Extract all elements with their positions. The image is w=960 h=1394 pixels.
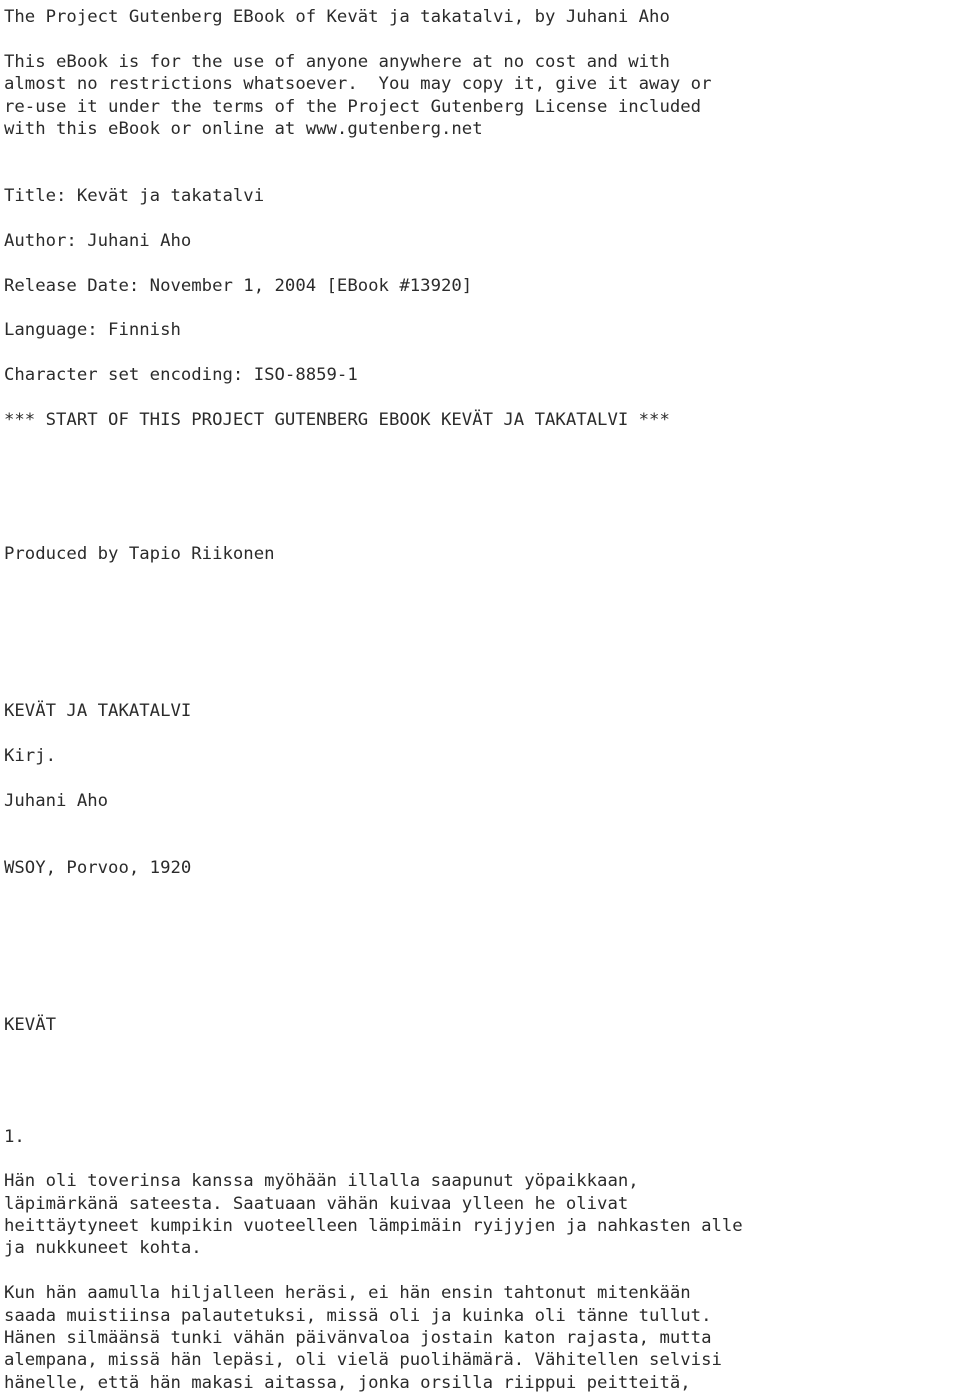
ebook-text-body: The Project Gutenberg EBook of Kevät ja … [4,6,960,1394]
license-line-2: almost no restrictions whatsoever. You m… [4,74,712,95]
metadata-language: Language: Finnish [4,320,181,341]
paragraph-line: heittäytyneet kumpikin vuoteelleen lämpi… [4,1216,743,1237]
title-page: KEVÄT JA TAKATALVI Kirj. Juhani Aho WSOY… [4,700,960,879]
book-author: Juhani Aho [4,790,109,811]
document-page: The Project Gutenberg EBook of Kevät ja … [0,0,960,1393]
license-line-1: This eBook is for the use of anyone anyw… [4,51,670,72]
paragraph-line: saada muistiinsa palautetuksi, missä oli… [4,1305,712,1326]
producer-credit: Produced by Tapio Riikonen [4,544,275,565]
metadata-title: Title: Kevät ja takatalvi [4,186,265,207]
paragraph-line: ja nukkuneet kohta. [4,1238,202,1259]
gutenberg-header-title: The Project Gutenberg EBook of Kevät ja … [4,7,670,27]
paragraph-line: Kun hän aamulla hiljalleen heräsi, ei hä… [4,1283,691,1304]
start-of-ebook-marker: *** START OF THIS PROJECT GUTENBERG EBOO… [4,410,670,431]
gutenberg-header: The Project Gutenberg EBook of Kevät ja … [4,6,960,140]
ebook-metadata: Title: Kevät ja takatalvi Author: Juhani… [4,185,960,431]
metadata-author: Author: Juhani Aho [4,230,192,251]
part-heading: KEVÄT [4,1014,57,1035]
paragraph-line: Hän oli toverinsa kanssa myöhään illalla… [4,1171,639,1192]
body-paragraph: Hän oli toverinsa kanssa myöhään illalla… [4,1170,960,1260]
metadata-release-date: Release Date: November 1, 2004 [EBook #1… [4,275,473,296]
body-paragraph: Kun hän aamulla hiljalleen heräsi, ei hä… [4,1282,960,1394]
metadata-encoding: Character set encoding: ISO-8859-1 [4,365,358,386]
paragraph-line: alempana, missä hän lepäsi, oli vielä pu… [4,1350,722,1371]
license-line-3: re-use it under the terms of the Project… [4,96,702,117]
publisher-imprint: WSOY, Porvoo, 1920 [4,857,192,878]
chapter-number: 1. [4,1126,25,1147]
book-title: KEVÄT JA TAKATALVI [4,701,192,722]
by-label: Kirj. [4,745,57,766]
license-line-4: with this eBook or online at www.gutenbe… [4,118,483,139]
paragraph-line: hänelle, että hän makasi aitassa, jonka … [4,1372,691,1393]
paragraph-line: Hänen silmäänsä tunki vähän päivänvaloa … [4,1328,712,1349]
paragraph-line: läpimärkänä sateesta. Saatuaan vähän kui… [4,1193,629,1214]
